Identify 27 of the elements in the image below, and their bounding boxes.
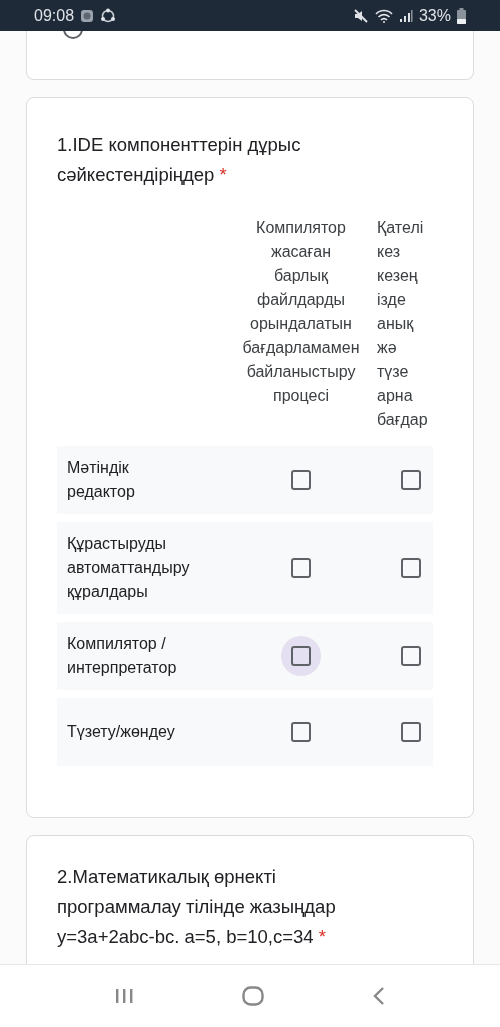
row-label: Құрастыруды автоматтандыру құралдары xyxy=(66,534,191,602)
checkbox[interactable] xyxy=(401,470,421,490)
back-icon[interactable] xyxy=(372,986,386,1006)
question-title: 1.IDE компоненттерін дұрыс сәйкестендіріңдер * xyxy=(56,133,302,187)
row-label: Мәтіндік редактор xyxy=(66,458,136,502)
column-header: Компилятор жасаған барлық файлдарды орындалатын бағдарламамен байланыстыру процесі xyxy=(241,218,361,406)
row-label: Түзету/жөндеу xyxy=(66,722,176,742)
checkbox[interactable] xyxy=(291,646,311,666)
checkbox[interactable] xyxy=(291,722,311,742)
mute-icon xyxy=(352,7,369,24)
checkbox[interactable] xyxy=(291,558,311,578)
question-title: 2.Математикалық өрнекті программалау тілінде жазыңдар y=3a+2abc-bc. a=5, b=10,c=34 * xyxy=(56,865,337,949)
clock: 09:08 xyxy=(34,6,75,25)
home-icon[interactable] xyxy=(242,986,264,1006)
battery-icon xyxy=(457,7,466,24)
checkbox[interactable] xyxy=(401,646,421,666)
column-header: Қателі кез кезең ізде анық жә түзе арна бағдар xyxy=(377,218,429,430)
recent-apps-icon[interactable] xyxy=(114,988,134,1004)
wifi-icon xyxy=(374,8,393,23)
share-icon xyxy=(100,7,117,24)
checkbox[interactable] xyxy=(401,558,421,578)
row-label: Компилятор / интерпретатор xyxy=(66,634,178,678)
checkbox[interactable] xyxy=(401,722,421,742)
gallery-icon xyxy=(80,8,95,23)
checkbox[interactable] xyxy=(291,470,311,490)
signal-icon xyxy=(398,8,413,23)
battery-level: 33% xyxy=(418,6,451,25)
